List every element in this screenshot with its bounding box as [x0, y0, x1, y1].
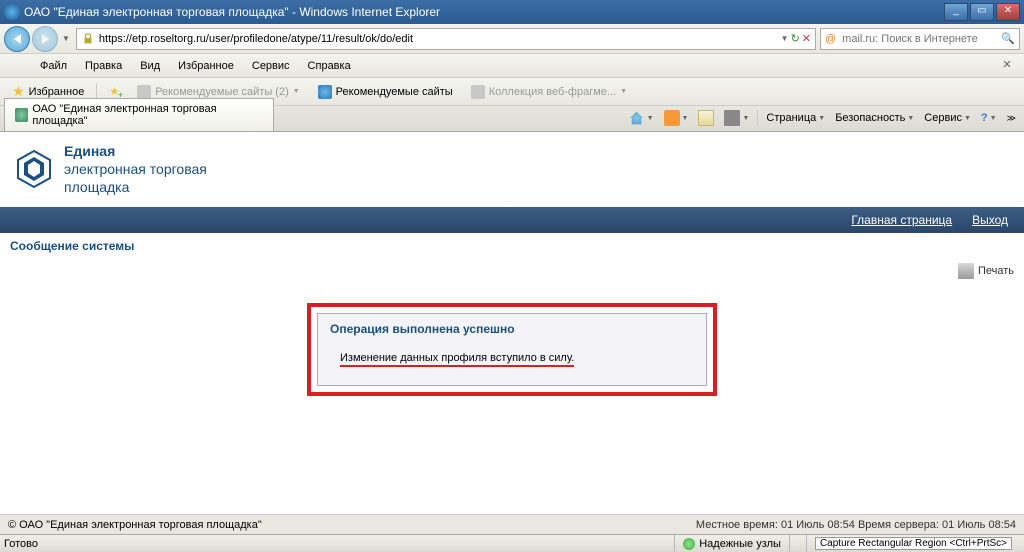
menu-edit[interactable]: Правка: [79, 58, 128, 74]
print-link[interactable]: Печать: [958, 263, 1014, 279]
page-content: Единая электронная торговая площадка Гла…: [0, 132, 1024, 416]
panel-message: Изменение данных профиля вступило в силу…: [340, 352, 574, 367]
print-icon: [724, 110, 740, 126]
printer-icon: [958, 263, 974, 279]
brand-line2: электронная торговая: [64, 160, 207, 178]
local-time-value: 01 Июль 08:54: [781, 519, 855, 531]
menu-favorites[interactable]: Избранное: [172, 58, 240, 74]
back-button[interactable]: [4, 26, 30, 52]
menu-file[interactable]: Файл: [34, 58, 73, 74]
history-dropdown-icon[interactable]: ▼: [62, 34, 70, 43]
page-header: Единая электронная торговая площадка: [0, 132, 1024, 207]
browser-tab[interactable]: ОАО "Единая электронная торговая площадк…: [4, 98, 274, 131]
home-link[interactable]: Главная страница: [851, 213, 952, 227]
page-menu-label: Страница: [766, 112, 816, 124]
mail-icon: [698, 110, 714, 126]
tools-menu-label: Сервис: [924, 112, 962, 124]
message-panel: Операция выполнена успешно Изменение дан…: [317, 313, 707, 386]
lock-icon: [81, 32, 95, 46]
address-bar[interactable]: ▼ ↻ ✕: [76, 28, 816, 50]
add-star-icon: ★+: [109, 85, 119, 98]
content-area: Операция выполнена успешно Изменение дан…: [0, 283, 1024, 416]
close-button[interactable]: ✕: [996, 3, 1020, 21]
print-row: Печать: [0, 259, 1024, 283]
home-button[interactable]: ▼: [625, 108, 658, 128]
command-overflow[interactable]: ≫: [1003, 111, 1020, 126]
web-fragments-link[interactable]: Коллекция веб-фрагме... ▼: [465, 83, 633, 101]
highlight-box: Операция выполнена успешно Изменение дан…: [307, 303, 717, 396]
capture-tooltip: Capture Rectangular Region <Ctrl+PrtSc>: [806, 535, 1020, 552]
page-menu[interactable]: Страница▼: [762, 110, 829, 126]
feeds-button[interactable]: ▼: [660, 108, 693, 128]
recommended-sites-label: Рекомендуемые сайты: [336, 86, 453, 98]
search-input[interactable]: [840, 33, 997, 45]
copyright-text: © ОАО "Единая электронная торговая площа…: [8, 519, 696, 531]
help-button[interactable]: ?▼: [977, 110, 1001, 126]
print-label: Печать: [978, 265, 1014, 277]
brand-line3: площадка: [64, 178, 207, 196]
url-dropdown-icon[interactable]: ▼: [781, 34, 789, 43]
server-time-label: Время сервера:: [858, 519, 939, 531]
stop-button[interactable]: ✕: [802, 32, 811, 45]
window-title: ОАО "Единая электронная торговая площадк…: [24, 5, 942, 19]
tools-menu[interactable]: Сервис▼: [920, 110, 975, 126]
site-favicon: [15, 108, 28, 122]
favorites-label: Избранное: [29, 86, 85, 98]
brand-line1: Единая: [64, 142, 207, 160]
capture-label: Capture Rectangular Region <Ctrl+PrtSc>: [815, 537, 1012, 550]
trusted-zone[interactable]: Надежные узлы: [674, 535, 789, 552]
recommended-sites-count-label: Рекомендуемые сайты (2): [155, 86, 289, 98]
status-bar: Готово Надежные узлы Capture Rectangular…: [0, 534, 1024, 552]
status-segment: [789, 535, 806, 552]
tab-bar: ОАО "Единая электронная торговая площадк…: [0, 106, 1024, 132]
search-button[interactable]: 🔍: [997, 32, 1019, 45]
server-time-value: 01 Июль 08:54: [942, 519, 1016, 531]
minimize-button[interactable]: _: [944, 3, 968, 21]
safety-menu[interactable]: Безопасность▼: [831, 110, 918, 126]
read-mail-button[interactable]: [694, 108, 718, 128]
top-nav-band: Главная страница Выход: [0, 207, 1024, 233]
time-info: Местное время: 01 Июль 08:54 Время серве…: [696, 519, 1016, 531]
sites-icon: [137, 85, 151, 99]
search-bar[interactable]: @ 🔍: [820, 28, 1020, 50]
forward-button[interactable]: [32, 26, 58, 52]
navigation-bar: ▼ ▼ ↻ ✕ @ 🔍: [0, 24, 1024, 54]
home-icon: [629, 110, 645, 126]
print-button[interactable]: ▼: [720, 108, 753, 128]
ie-small-icon: [318, 85, 332, 99]
menu-view[interactable]: Вид: [134, 58, 166, 74]
menu-bar: Файл Правка Вид Избранное Сервис Справка…: [0, 54, 1024, 78]
brand-logo: [14, 149, 54, 189]
menu-service[interactable]: Сервис: [246, 58, 296, 74]
local-time-label: Местное время:: [696, 519, 778, 531]
tab-title: ОАО "Единая электронная торговая площадк…: [32, 103, 263, 127]
exit-link[interactable]: Выход: [972, 213, 1008, 227]
recommended-sites-link[interactable]: Рекомендуемые сайты: [312, 83, 459, 101]
command-bar: ▼ ▼ ▼ Страница▼ Безопасность▼ Сервис▼ ?▼…: [625, 108, 1020, 131]
maximize-button[interactable]: ▭: [970, 3, 994, 21]
help-icon: ?: [981, 112, 988, 124]
page-footer: © ОАО "Единая электронная торговая площа…: [0, 514, 1024, 534]
panel-title: Операция выполнена успешно: [330, 322, 694, 336]
fragments-icon: [471, 85, 485, 99]
separator: [757, 110, 758, 126]
system-message-heading: Сообщение системы: [0, 233, 1024, 259]
ie-icon: [4, 4, 20, 20]
menu-help[interactable]: Справка: [302, 58, 357, 74]
status-ready: Готово: [4, 538, 58, 550]
url-input[interactable]: [99, 33, 777, 45]
feed-icon: [664, 110, 680, 126]
safety-menu-label: Безопасность: [835, 112, 905, 124]
trusted-icon: [683, 538, 695, 550]
window-titlebar: ОАО "Единая электронная торговая площадк…: [0, 0, 1024, 24]
menubar-close-icon[interactable]: ✕: [998, 58, 1016, 74]
web-fragments-label: Коллекция веб-фрагме...: [489, 86, 616, 98]
refresh-button[interactable]: ↻: [791, 32, 800, 45]
search-provider-icon: @: [821, 33, 840, 45]
trusted-label: Надежные узлы: [699, 538, 781, 550]
brand-text: Единая электронная торговая площадка: [64, 142, 207, 197]
